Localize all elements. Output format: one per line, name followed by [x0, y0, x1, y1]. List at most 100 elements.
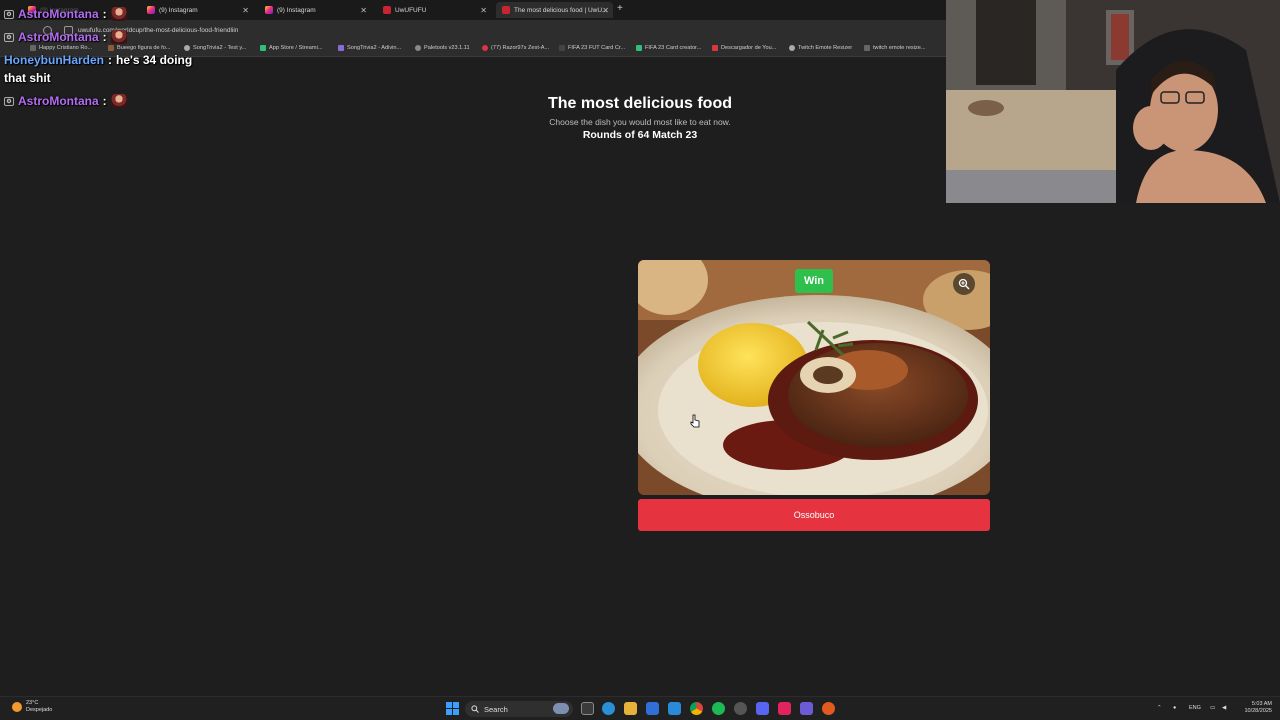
bookmark-item[interactable]: Descargador de You... — [712, 45, 776, 51]
uwufufu-icon — [383, 6, 391, 14]
bookmark-item[interactable]: Paletools v23.1.11 — [415, 45, 470, 51]
chat-message: ⚙ AstroMontana : — [4, 30, 127, 44]
bookmark-item[interactable]: (77) Razor97s Zest-A... — [482, 45, 549, 51]
search-highlight-icon — [553, 703, 569, 714]
close-tab-icon[interactable]: ✕ — [360, 6, 367, 15]
bookmark-item[interactable]: twitch emote resize... — [864, 45, 926, 51]
language-indicator[interactable]: ENG — [1189, 705, 1201, 711]
round-indicator: Rounds of 64 Match 23 — [582, 129, 698, 141]
mail-icon[interactable] — [668, 702, 681, 715]
search-icon — [471, 705, 479, 713]
moderator-badge-icon: ⚙ — [4, 96, 14, 106]
weather-widget[interactable]: 23°C Despejado — [12, 700, 52, 714]
address-bar: uwufufu.com/worldcup/the-most-delicious-… — [0, 20, 946, 42]
bookmark-icon — [864, 45, 870, 51]
chat-username: AstroMontana — [18, 94, 99, 108]
chat-message: ⚙ AstroMontana : — [4, 7, 127, 21]
bookmark-item[interactable]: SongTrivia2 - Test y... — [184, 45, 246, 51]
tab-uwufufu[interactable]: UwUFUFU ✕ — [377, 2, 491, 18]
instagram-icon — [265, 6, 273, 14]
bookmark-icon — [415, 45, 421, 51]
bookmark-icon — [636, 45, 642, 51]
chat-message-continued: that shit — [4, 71, 51, 85]
bookmark-icon — [184, 45, 190, 51]
task-view-icon[interactable] — [581, 702, 594, 715]
browser-tab-bar: (9) Instagram (9) Instagram ✕ (9) Instag… — [0, 0, 946, 20]
chat-separator: : — [102, 7, 107, 21]
volume-icon[interactable]: ◀ — [1222, 705, 1226, 711]
bookmark-item[interactable]: SongTrivia2 - Adivin... — [338, 45, 401, 51]
network-icon[interactable]: ▭ — [1210, 705, 1215, 711]
weather-desc: Despejado — [26, 707, 53, 713]
moderator-badge-icon: ⚙ — [4, 9, 14, 19]
bookmark-icon — [789, 45, 795, 51]
store-icon[interactable] — [646, 702, 659, 715]
chat-username: HoneybunHarden — [4, 53, 105, 67]
chat-username: AstroMontana — [18, 30, 99, 44]
bookmark-icon — [108, 45, 114, 51]
close-tab-icon[interactable]: ✕ — [602, 6, 609, 15]
zoom-in-icon[interactable] — [953, 273, 975, 295]
bookmark-icon — [559, 45, 565, 51]
settings-icon[interactable] — [734, 702, 747, 715]
emote-icon — [110, 94, 127, 108]
uwufufu-icon — [502, 6, 510, 14]
teams-icon[interactable] — [800, 702, 813, 715]
magnifier-icon — [958, 278, 970, 290]
windows-start-icon[interactable] — [446, 702, 459, 715]
choice-button[interactable]: Ossobuco — [638, 499, 990, 531]
chat-message: HoneybunHarden : he's 34 doing — [4, 53, 192, 67]
bookmark-item[interactable]: FIFA 23 FUT Card Cr... — [559, 45, 625, 51]
bookmark-item[interactable]: FIFA 23 Card creator... — [636, 45, 701, 51]
dish-image[interactable] — [638, 260, 990, 495]
bookmark-item[interactable]: Bueego figura de fo... — [108, 45, 171, 51]
tab-instagram-2[interactable]: (9) Instagram ✕ — [141, 2, 253, 18]
close-tab-icon[interactable]: ✕ — [480, 6, 487, 15]
emote-icon — [110, 30, 127, 44]
clock-date: 10/28/2025 — [1244, 708, 1272, 714]
taskbar-search[interactable]: Search — [465, 701, 573, 717]
weather-icon — [12, 702, 22, 712]
close-tab-icon[interactable]: ✕ — [242, 6, 249, 15]
ossobuco-image — [638, 260, 990, 495]
search-label: Search — [484, 704, 508, 714]
clock-time: 5:03 AM — [1251, 701, 1272, 707]
folder-icon — [30, 45, 36, 51]
bookmark-item[interactable]: Happy Cristiano Ro... — [30, 45, 92, 51]
webcam-feed — [946, 0, 1280, 203]
clock[interactable]: 5:03 AM 10/28/2025 — [1238, 701, 1272, 715]
emote-icon — [110, 7, 127, 21]
bookmark-icon — [338, 45, 344, 51]
discord-icon[interactable] — [756, 702, 769, 715]
weather-temp: 23°C — [26, 700, 39, 706]
bookmark-item[interactable]: Twitch Emote Resizer — [789, 45, 852, 51]
chat-text: he's 34 doing — [116, 53, 193, 67]
tab-instagram-3[interactable]: (9) Instagram ✕ — [259, 2, 371, 18]
file-explorer-icon[interactable] — [624, 702, 637, 715]
chrome-icon[interactable] — [690, 702, 703, 715]
screen: { "browser": { "tabs": [ {"label": "(9) … — [0, 0, 1280, 720]
obs-icon[interactable] — [822, 702, 835, 715]
microphone-icon[interactable]: ● — [1173, 705, 1176, 711]
bookmark-icon — [712, 45, 718, 51]
chat-separator: : — [102, 94, 107, 108]
hand-cursor-icon — [690, 414, 700, 428]
moderator-badge-icon: ⚙ — [4, 32, 14, 42]
windows-taskbar: 23°C Despejado Search ⌃ ● ENG ▭ ◀ 5:03 A… — [0, 696, 1280, 720]
chat-separator: : — [102, 30, 107, 44]
bookmark-icon — [260, 45, 266, 51]
bookmark-item[interactable]: App Store / Streami... — [260, 45, 322, 51]
page-title: The most delicious food — [547, 95, 732, 112]
tray-overflow-icon[interactable]: ⌃ — [1157, 705, 1162, 711]
new-tab-icon[interactable]: + — [617, 3, 623, 14]
webcam-image — [946, 0, 1280, 203]
app-icon[interactable] — [778, 702, 791, 715]
spotify-icon[interactable] — [712, 702, 725, 715]
instagram-icon — [147, 6, 155, 14]
tab-most-delicious-food[interactable]: The most delicious food | UwU... ✕ — [496, 2, 613, 18]
chat-username: AstroMontana — [18, 7, 99, 21]
bookmark-icon — [482, 45, 488, 51]
edge-icon[interactable] — [602, 702, 615, 715]
page-subtitle: Choose the dish you would most like to e… — [549, 117, 731, 127]
chat-text: that shit — [4, 71, 51, 85]
